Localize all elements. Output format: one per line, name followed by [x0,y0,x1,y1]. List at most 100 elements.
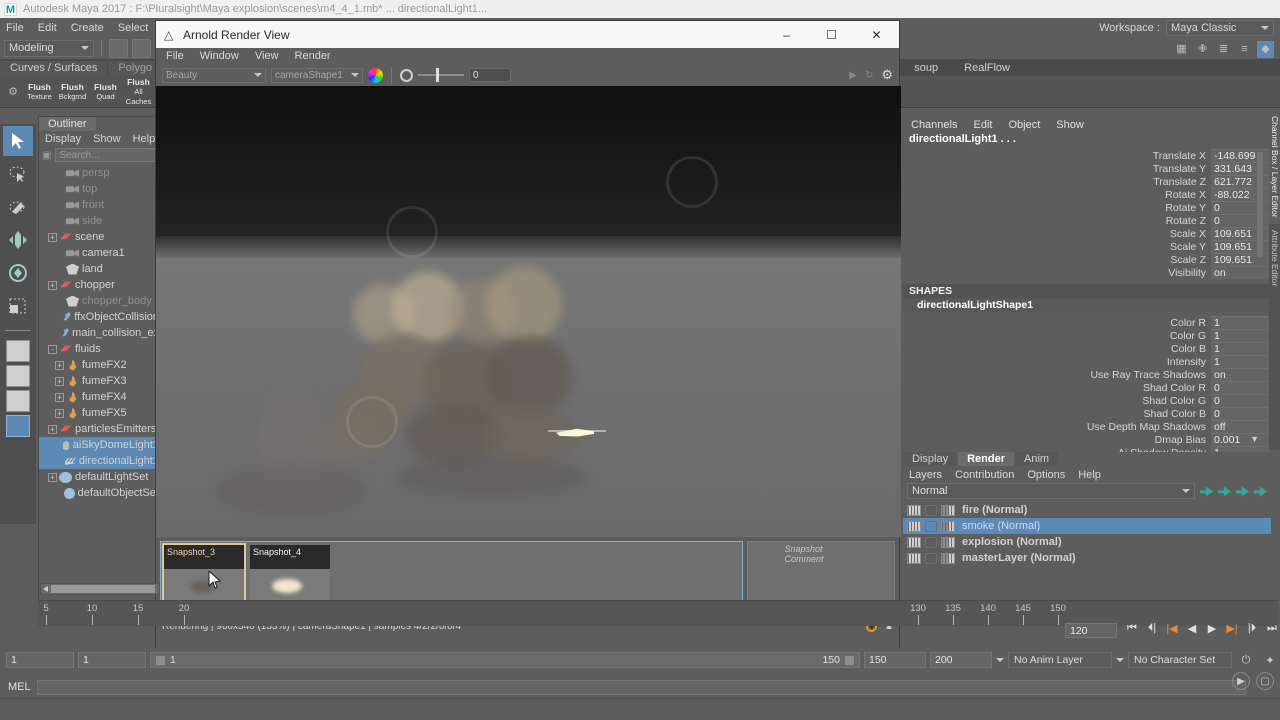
gear-icon[interactable]: ⚙ [881,67,893,83]
select-tool-icon[interactable] [3,126,33,156]
outliner-expand-toggle[interactable]: + [55,392,64,402]
outliner-menu-display[interactable]: Display [45,133,81,145]
shelf-btn-flush-texture[interactable]: Flush Texture [24,77,55,107]
shape-channel-row[interactable]: Dmap Bias 0.001 [903,433,1271,446]
render-layer-row[interactable]: masterLayer (Normal) [903,550,1271,566]
outliner-item-scene[interactable]: + scene [39,229,159,245]
play-blast-icon[interactable]: ▶ [1232,672,1250,690]
search-input[interactable]: Search... [55,148,156,162]
shelf-tab-soup[interactable]: soup [904,61,948,76]
layer-preset-dropdown[interactable]: Normal [907,483,1195,499]
layer-render-icon[interactable] [941,504,955,516]
outliner-menu-show[interactable]: Show [93,133,121,145]
layer-new-from-selected-icon[interactable] [1254,486,1267,497]
anim-start-field[interactable]: 1 [6,652,74,668]
panel-toggle-icons[interactable]: ▦ ✙ ≣ ≡ ◆ [1173,41,1274,58]
layer-menu-options[interactable]: Options [1027,469,1065,481]
attribute-editor-icon[interactable]: ≣ [1215,41,1232,58]
shape-channel-row[interactable]: Shad Color B 0 [903,407,1271,420]
layer-render-icon[interactable] [941,536,955,548]
two-pane-layout-icon[interactable] [6,390,30,412]
layer-menu-layers[interactable]: Layers [909,469,942,481]
outliner-tab[interactable]: Outliner [39,117,96,131]
layer-render-icon[interactable] [941,520,955,532]
outliner-item-ffxobjectcollision[interactable]: ffxObjectCollision [39,309,159,325]
script-editor-icon[interactable]: ▢ [1256,672,1274,690]
channel-menu-show[interactable]: Show [1056,119,1084,131]
shelf-btn-flush-bckgrnd[interactable]: Flush Bckgrnd [57,77,88,107]
channel-menu-channels[interactable]: Channels [911,119,957,131]
layer-visibility-icon[interactable] [907,520,921,532]
outliner-item-fumefx5[interactable]: + fumeFX5 [39,405,159,421]
maximize-icon[interactable]: ☐ [809,21,854,48]
transform-channel-row[interactable]: Visibility on [903,266,1271,279]
outliner-item-defaultlightset[interactable]: + defaultLightSet [39,469,159,485]
transform-channel-row[interactable]: Translate Y 331.643 [903,162,1271,175]
transform-channel-row[interactable]: Rotate X -88.022 [903,188,1271,201]
channel-value[interactable]: 1 [1211,342,1271,355]
shape-channel-list[interactable]: Color R 1 Color G 1 Color B 1 Intensity 1 Use Ra… [903,316,1271,459]
range-slider-bar[interactable] [51,585,155,593]
command-line-input[interactable] [36,679,1246,695]
scale-tool-icon[interactable] [3,291,33,321]
open-scene-icon[interactable] [132,38,151,58]
shape-channel-row[interactable]: Color G 1 [903,329,1271,342]
shape-channel-row[interactable]: Use Depth Map Shadows off [903,420,1271,433]
shelf-options-icon[interactable]: ⚙ [4,85,22,98]
channel-value[interactable]: on [1211,266,1271,279]
minimize-icon[interactable]: – [764,21,809,48]
outliner-expand-toggle[interactable]: + [55,360,64,370]
channel-value[interactable]: 0 [1211,381,1271,394]
exposure-value-field[interactable]: 0 [469,68,511,82]
layer-menu-help[interactable]: Help [1078,469,1101,481]
single-view-layout-icon[interactable] [6,340,30,362]
channel-value[interactable]: on [1211,368,1271,381]
animation-preferences-icon[interactable]: ✦ [1260,654,1280,667]
transport-button-7[interactable]: ⏭ [1264,622,1280,635]
arnold-menu-window[interactable]: Window [200,50,239,62]
transport-button-6[interactable]: |⏵ [1244,622,1260,635]
outliner-expand-toggle[interactable]: + [55,376,64,386]
outliner-item-directionallight1[interactable]: directionalLight1 [39,453,159,469]
exposure-slider[interactable] [418,68,464,82]
rotate-tool-icon[interactable] [3,258,33,288]
playback-start-field[interactable]: 1 [78,652,146,668]
outliner-search[interactable]: ▣ Search... [39,147,159,163]
outliner-expand-toggle[interactable]: + [55,408,64,418]
color-management-icon[interactable] [368,67,383,83]
grid-icon[interactable]: ▦ [1173,41,1190,58]
layer-render-icon[interactable] [941,552,955,564]
layer-move-down-icon[interactable] [1218,486,1231,497]
outliner-item-camera1[interactable]: camera1 [39,245,159,261]
layer-state-icon[interactable] [925,504,937,516]
outliner-item-chopper[interactable]: + chopper [39,277,159,293]
shape-channel-row[interactable]: Shad Color G 0 [903,394,1271,407]
outliner-menu[interactable]: Display Show Help [39,131,159,147]
arnold-menu-bar[interactable]: File Window View Render [156,48,899,64]
side-tab-channel-box[interactable]: Channel Box / Layer Editor [1269,110,1280,224]
shape-channel-row[interactable]: Use Ray Trace Shadows on [903,368,1271,381]
outliner-item-fluids[interactable]: - fluids [39,341,159,357]
arnold-menu-file[interactable]: File [166,50,184,62]
window-controls[interactable]: – ☐ ✕ [764,21,899,48]
move-tool-icon[interactable] [3,225,33,255]
transport-button-3[interactable]: ◀ [1184,622,1200,635]
layer-move-up-icon[interactable] [1200,486,1213,497]
channel-value[interactable]: 1 [1211,316,1271,329]
tool-settings-icon[interactable]: ≡ [1236,41,1253,58]
layer-editor-tabs[interactable]: Display Render Anim [903,452,1271,466]
transform-channel-row[interactable]: Scale X 109.651 [903,227,1271,240]
shelf-btn-flush-quad[interactable]: Flush Quad [90,77,121,107]
range-left-arrow-icon[interactable] [43,586,48,592]
playback-end-field[interactable]: 150 [864,652,926,668]
playback-corner-controls[interactable]: ▶ ▢ [1232,672,1274,690]
render-layer-row[interactable]: explosion (Normal) [903,534,1271,550]
layer-editor-menu[interactable]: Layers Contribution Options Help [903,466,1271,483]
lasso-tool-icon[interactable] [3,159,33,189]
transport-button-2[interactable]: |◀ [1164,622,1180,635]
render-play-icon[interactable]: ▶ [849,70,857,81]
range-right-handle[interactable] [844,654,855,666]
skeleton-icon[interactable]: ✙ [1194,41,1211,58]
outliner-item-land[interactable]: land [39,261,159,277]
range-bar[interactable]: 1 150 [150,652,860,668]
